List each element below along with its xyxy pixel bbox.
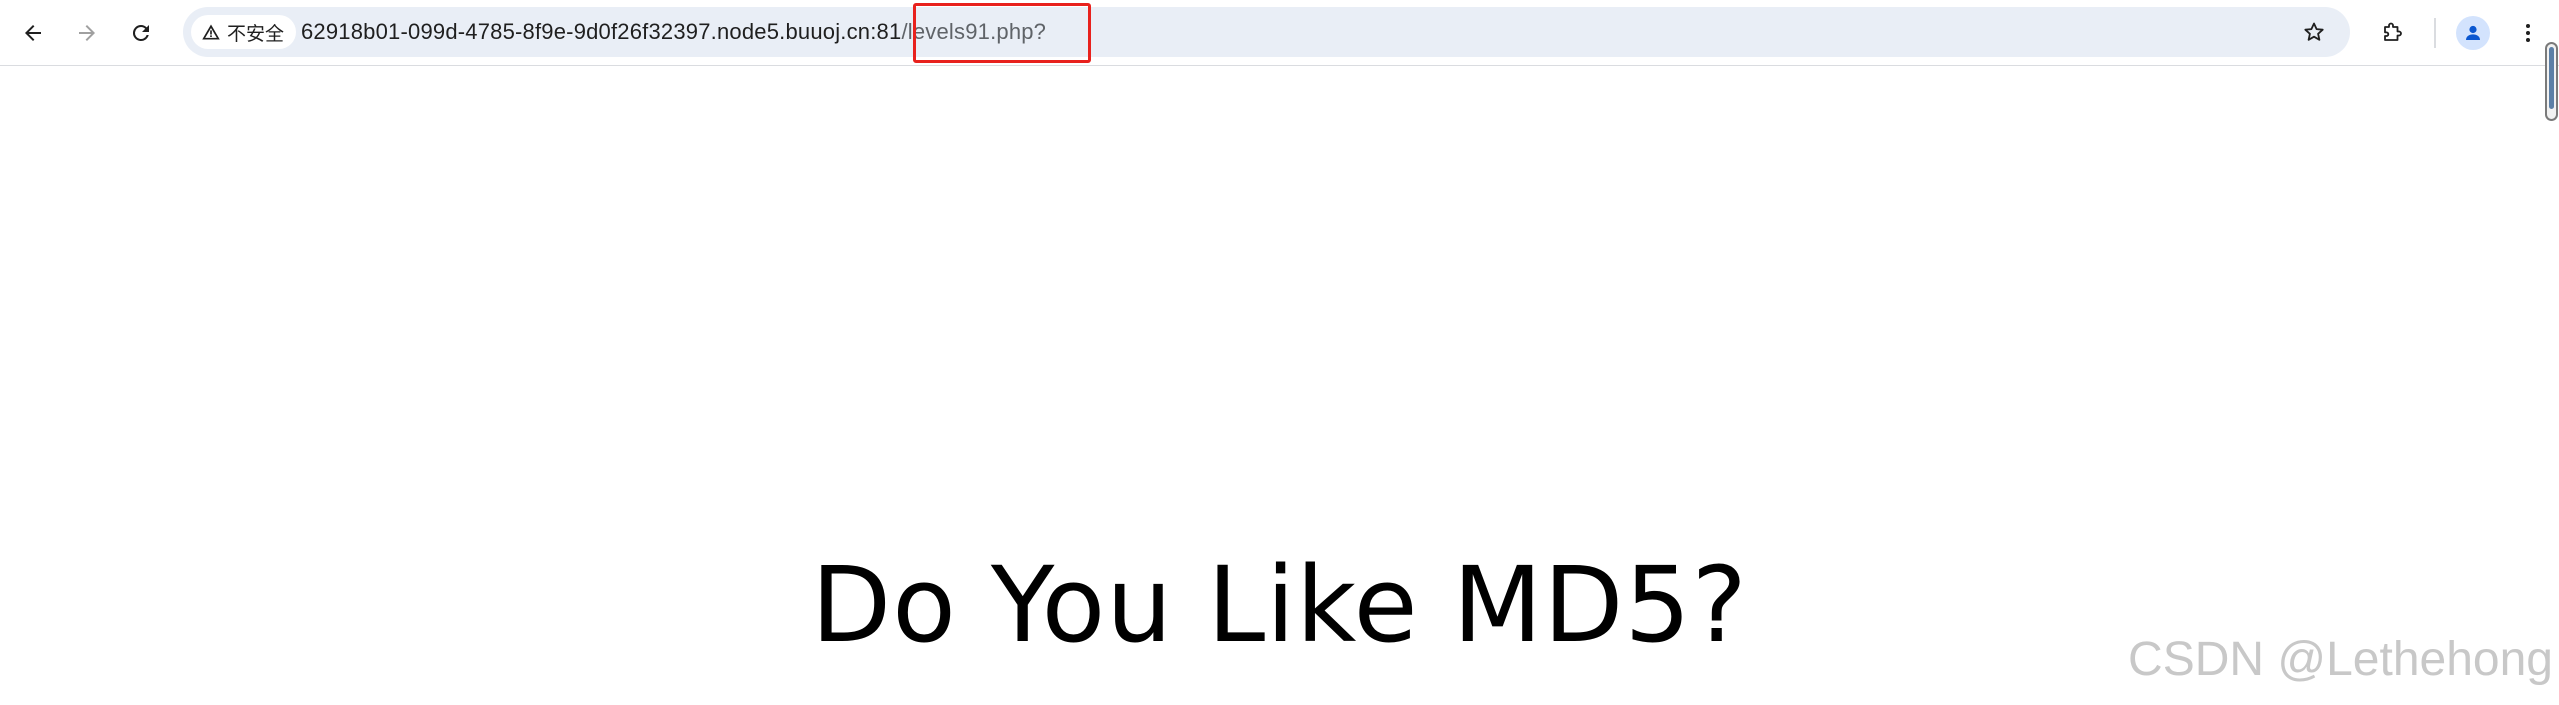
arrow-left-icon — [25, 25, 41, 41]
arrow-right-icon — [79, 25, 95, 41]
reload-icon — [132, 24, 149, 41]
security-label: 不安全 — [227, 23, 285, 45]
watermark: CSDN @Lethehong — [2128, 633, 2553, 686]
url-host: 62918b01-099d-4785-8f9e-9d0f26f32397.nod… — [301, 19, 902, 44]
person-icon — [2466, 25, 2480, 40]
warning-icon — [202, 24, 220, 40]
browser-toolbar: 不安全 62918b01-099d-4785-8f9e-9d0f26f32397… — [0, 0, 2559, 66]
security-chip[interactable]: 不安全 — [191, 15, 297, 49]
toolbar-divider — [2434, 18, 2436, 48]
more-vert-icon — [2526, 24, 2530, 42]
scrollbar-thumb[interactable] — [2549, 47, 2554, 109]
url-path-highlight-box — [913, 3, 1091, 63]
page-scrollbar[interactable] — [2545, 42, 2558, 121]
forward-button[interactable] — [67, 13, 107, 53]
bookmark-button[interactable] — [2294, 12, 2334, 52]
puzzle-icon — [2384, 22, 2402, 41]
profile-button[interactable] — [2456, 16, 2490, 50]
reload-button[interactable] — [121, 13, 161, 53]
menu-button[interactable] — [2508, 13, 2548, 53]
extensions-button[interactable] — [2372, 13, 2412, 53]
back-button[interactable] — [13, 13, 53, 53]
star-icon — [2304, 22, 2324, 41]
address-bar[interactable]: 不安全 62918b01-099d-4785-8f9e-9d0f26f32397… — [183, 7, 2350, 57]
